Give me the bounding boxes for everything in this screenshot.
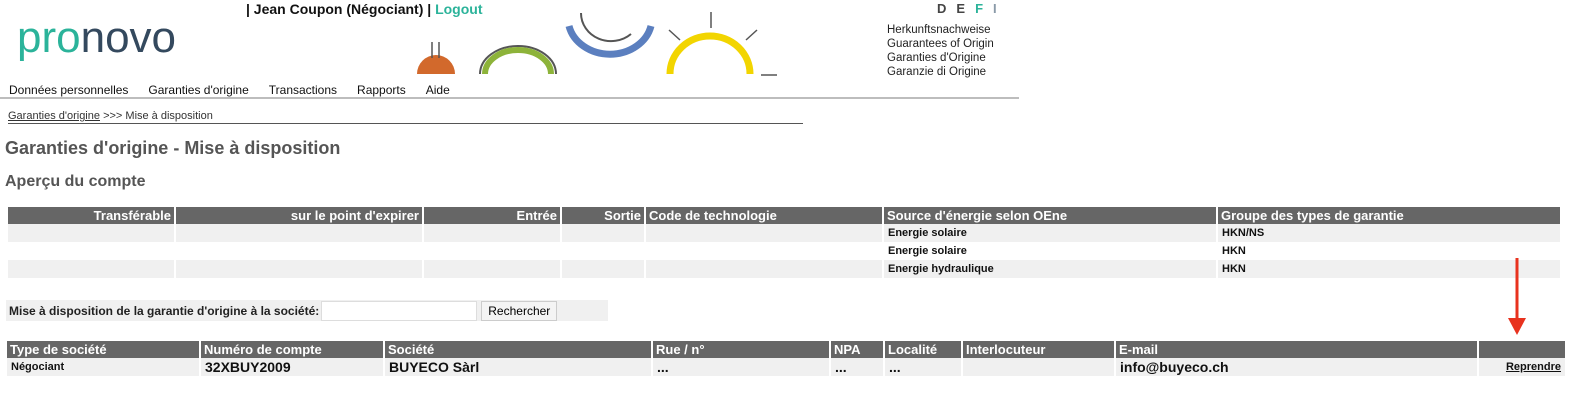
cell-account-number: 32XBUY2009 (201, 358, 383, 376)
cell-company-type: Négociant (7, 358, 199, 376)
col-company-type: Type de société (7, 341, 199, 358)
main-nav: Données personnelles Garanties d'origine… (9, 83, 470, 97)
energy-suns-graphic (417, 12, 777, 76)
breadcrumb: Garanties d'origine >>> Mise à dispositi… (8, 110, 803, 124)
user-name: | Jean Coupon (Négociant) | (246, 1, 432, 17)
nav-divider (0, 97, 1019, 99)
col-npa: NPA (831, 341, 883, 358)
cell-contact (963, 358, 1114, 376)
blue-bowl-icon (565, 24, 655, 58)
col-expiring: sur le point d'expirer (176, 207, 422, 224)
page-title: Garanties d'origine - Mise à disposition (5, 138, 341, 158)
col-company: Société (385, 341, 651, 358)
col-account-number: Numéro de compte (201, 341, 383, 358)
company-search-bar: Mise à disposition de la garantie d'orig… (6, 300, 608, 321)
cell-street: ... (653, 358, 829, 376)
company-results-table: Type de société Numéro de compte Société… (5, 341, 1567, 376)
red-arrow-down-icon (1508, 258, 1526, 335)
language-switcher: DEFI (937, 1, 1007, 16)
col-energy-source: Source d'énergie selon OEne (884, 207, 1216, 224)
pronovo-logo: pronovo (17, 13, 177, 62)
account-overview-table: Transférable sur le point d'expirer Entr… (6, 207, 1562, 278)
col-contact: Interlocuteur (963, 341, 1114, 358)
search-button[interactable]: Rechercher (481, 300, 558, 321)
company-search-input[interactable] (321, 300, 478, 321)
lang-en[interactable]: E (956, 1, 975, 16)
col-city: Localité (885, 341, 961, 358)
lang-de[interactable]: D (937, 1, 956, 16)
col-transferable: Transférable (8, 207, 174, 224)
col-email: E-mail (1116, 341, 1477, 358)
breadcrumb-parent[interactable]: Garanties d'origine (8, 110, 100, 122)
table-row: Négociant 32XBUY2009 BUYECO Sàrl ... ...… (7, 358, 1565, 376)
table-row: Energie hydraulique HKN (8, 260, 1560, 278)
cell-npa: ... (831, 358, 883, 376)
col-technology-code: Code de technologie (646, 207, 882, 224)
table-header-row: Type de société Numéro de compte Société… (7, 341, 1565, 358)
yellow-sun-icon (666, 32, 754, 75)
nav-personal-data[interactable]: Données personnelles (9, 83, 128, 97)
table-row: Energie solaire HKN/NS (8, 224, 1560, 242)
col-incoming: Entrée (424, 207, 560, 224)
company-search-label: Mise à disposition de la garantie d'orig… (9, 303, 320, 318)
cell-city: ... (885, 358, 961, 376)
col-guarantee-group: Groupe des types de garantie (1218, 207, 1560, 224)
nav-guarantees[interactable]: Garanties d'origine (148, 83, 248, 97)
col-outgoing: Sortie (562, 207, 644, 224)
cell-company: BUYECO Sàrl (385, 358, 651, 376)
orange-dome-icon (417, 55, 455, 74)
col-street: Rue / n° (653, 341, 829, 358)
table-header-row: Transférable sur le point d'expirer Entr… (8, 207, 1560, 224)
reprendre-link[interactable]: Reprendre (1506, 361, 1561, 373)
nav-transactions[interactable]: Transactions (269, 83, 337, 97)
section-title: Aperçu du compte (5, 173, 146, 190)
nav-reports[interactable]: Rapports (357, 83, 406, 97)
cell-email: info@buyeco.ch (1116, 358, 1477, 376)
nav-help[interactable]: Aide (426, 83, 450, 97)
program-claim: Herkunftsnachweise Guarantees of Origin … (887, 24, 994, 78)
lang-it[interactable]: I (993, 1, 1007, 16)
lang-fr[interactable]: F (975, 1, 993, 16)
table-row: Energie solaire HKN (8, 242, 1560, 260)
col-action (1479, 341, 1565, 358)
breadcrumb-current: Mise à disposition (125, 110, 213, 122)
